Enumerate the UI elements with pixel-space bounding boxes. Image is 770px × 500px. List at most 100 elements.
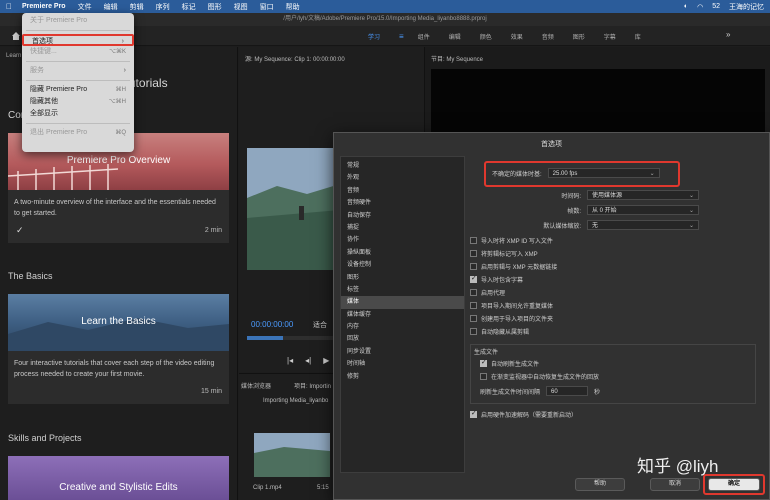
help-button[interactable]: 帮助	[575, 478, 625, 491]
cancel-button[interactable]: 取消	[650, 478, 700, 491]
category-item[interactable]: 同步设置	[341, 346, 464, 358]
status-icon[interactable]: ◐	[684, 3, 688, 10]
checkbox-row[interactable]: 项目导入期间允许重复媒体	[470, 301, 553, 310]
menu-hide-others[interactable]: 隐藏其他 ⌥⌘H	[22, 96, 134, 108]
program-tab[interactable]: 节目: My Sequence	[431, 54, 483, 63]
menu-preferences[interactable]: 首选项 ›	[22, 34, 134, 46]
frame-select[interactable]: 从 0 开始 ⌄	[587, 205, 699, 215]
tab-effects[interactable]: 效果	[511, 32, 523, 41]
ok-button[interactable]: 确定	[708, 478, 760, 491]
category-item[interactable]: 图形	[341, 272, 464, 284]
category-item[interactable]: 捕捉	[341, 222, 464, 234]
checkbox[interactable]	[470, 328, 477, 335]
checkbox[interactable]	[470, 263, 477, 270]
category-item[interactable]: 内存	[341, 321, 464, 333]
tab-learning[interactable]: 学习	[368, 32, 380, 41]
hamburger-icon[interactable]: ≡	[399, 32, 404, 41]
apple-icon[interactable]: 	[6, 2, 12, 11]
tab-editing[interactable]: 编辑	[449, 32, 461, 41]
checkbox-checked[interactable]	[480, 358, 487, 367]
checkbox[interactable]	[470, 315, 477, 322]
auto-refresh-row[interactable]: 自动刷新生成文件	[480, 358, 539, 368]
tab-captions[interactable]: 字幕	[604, 32, 616, 41]
tab-color[interactable]: 颜色	[480, 32, 492, 41]
category-item[interactable]: 自动保存	[341, 210, 464, 222]
menu-file[interactable]: 文件	[78, 2, 92, 12]
category-item[interactable]: 媒体缓存	[341, 309, 464, 321]
menu-window[interactable]: 窗口	[260, 2, 274, 12]
checkbox[interactable]	[470, 302, 477, 309]
checkbox-row[interactable]: 自动隐藏从属剪辑	[470, 327, 529, 336]
menu-marker[interactable]: 标记	[182, 2, 196, 12]
menu-hide[interactable]: 隐藏 Premiere Pro ⌘H	[22, 84, 134, 96]
checkbox[interactable]	[470, 289, 477, 296]
menu-quit[interactable]: 退出 Premiere Pro ⌘Q	[22, 127, 134, 139]
tab-graphics[interactable]: 图形	[573, 32, 585, 41]
menu-services[interactable]: 服务 ›	[22, 65, 134, 77]
checkbox-row[interactable]: 创建用于导入项目的文件夹	[470, 314, 553, 323]
checkbox-row[interactable]: 启用代理	[470, 288, 505, 297]
mark-in-icon[interactable]: |◂	[287, 356, 293, 365]
menubar-status: ◐ ◠ 52 王海的记忆	[684, 0, 764, 13]
menu-app[interactable]: Premiere Pro	[22, 3, 66, 10]
checkbox-row[interactable]: 导入时将 XMP ID 写入文件	[470, 236, 553, 245]
play-icon[interactable]: ▶	[323, 356, 329, 365]
category-item[interactable]: 常规	[341, 160, 464, 172]
more-workspaces-icon[interactable]: »	[726, 30, 730, 39]
source-timecode[interactable]: 00:00:00:00	[251, 320, 293, 329]
source-tab[interactable]: 源: My Sequence: Clip 1: 00:00:00:00	[245, 54, 345, 63]
project-tab[interactable]: 项目: Importin	[294, 381, 331, 390]
menu-view[interactable]: 视图	[234, 2, 248, 12]
media-browser-tab[interactable]: 媒体浏览器	[241, 381, 271, 390]
category-item[interactable]: 修剪	[341, 371, 464, 383]
tab-libraries[interactable]: 库	[635, 32, 641, 41]
checkbox[interactable]	[480, 373, 487, 380]
clip-thumbnail[interactable]	[254, 433, 330, 477]
learn-tab[interactable]: Learn	[6, 53, 21, 59]
source-scrubber[interactable]	[247, 336, 337, 340]
tutorial-card-creative[interactable]: Creative and Stylistic Edits	[8, 456, 229, 500]
category-item[interactable]: 操纵面板	[341, 247, 464, 259]
menu-shortcuts[interactable]: 快捷键... ⌥⌘K	[22, 46, 134, 58]
checkbox-row[interactable]: 导入时包含字幕	[470, 274, 523, 284]
home-icon[interactable]	[11, 31, 21, 41]
monitor-row[interactable]: 在渐变监视器中自动恢复生成文件的回放	[480, 372, 599, 381]
interval-input[interactable]: 60	[546, 386, 589, 396]
tab-assembly[interactable]: 组件	[418, 32, 430, 41]
tutorial-card-basics[interactable]: Learn the Basics Four interactive tutori…	[8, 294, 229, 404]
menu-about[interactable]: 关于 Premiere Pro	[22, 15, 134, 27]
framerate-select[interactable]: 25.00 fps ⌄	[547, 168, 660, 178]
checkbox-checked[interactable]	[470, 409, 477, 418]
menu-graphics[interactable]: 图形	[208, 2, 222, 12]
checkbox-checked[interactable]	[470, 274, 477, 283]
menu-edit[interactable]: 编辑	[104, 2, 118, 12]
timecode-select[interactable]: 使用媒体源 ⌄	[587, 190, 699, 200]
menu-clip[interactable]: 剪辑	[130, 2, 144, 12]
category-item[interactable]: 音频硬件	[341, 197, 464, 209]
category-item[interactable]: 协作	[341, 234, 464, 246]
checkbox[interactable]	[470, 237, 477, 244]
overview-desc: A two-minute overview of the interface a…	[14, 199, 216, 217]
category-item-media[interactable]: 媒体	[341, 296, 464, 309]
fit-dropdown[interactable]: 适合	[313, 320, 327, 330]
menu-show-all[interactable]: 全部显示	[22, 108, 134, 120]
category-item[interactable]: 音频	[341, 185, 464, 197]
checkbox-row[interactable]: 将剪辑标记写入 XMP	[470, 249, 538, 258]
category-item[interactable]: 回放	[341, 333, 464, 345]
checkbox[interactable]	[470, 250, 477, 257]
category-item[interactable]: 时间轴	[341, 358, 464, 370]
menu-sequence[interactable]: 序列	[156, 2, 170, 12]
chevron-down-icon: ⌄	[688, 223, 694, 229]
category-item[interactable]: 外观	[341, 172, 464, 184]
notification-count[interactable]: 52	[712, 3, 720, 10]
menu-help[interactable]: 帮助	[286, 2, 300, 12]
category-item[interactable]: 标签	[341, 284, 464, 296]
hw-decode-row[interactable]: 启用硬件加速解码（需要重新启动）	[470, 409, 577, 419]
step-back-icon[interactable]: ◂|	[305, 356, 311, 365]
user-name[interactable]: 王海的记忆	[729, 2, 764, 12]
scale-select[interactable]: 无 ⌄	[587, 220, 699, 230]
tab-audio[interactable]: 音频	[542, 32, 554, 41]
checkbox-row[interactable]: 启用剪辑与 XMP 元数据链接	[470, 262, 557, 271]
wifi-icon[interactable]: ◠	[697, 3, 703, 11]
category-item[interactable]: 设备控制	[341, 259, 464, 271]
